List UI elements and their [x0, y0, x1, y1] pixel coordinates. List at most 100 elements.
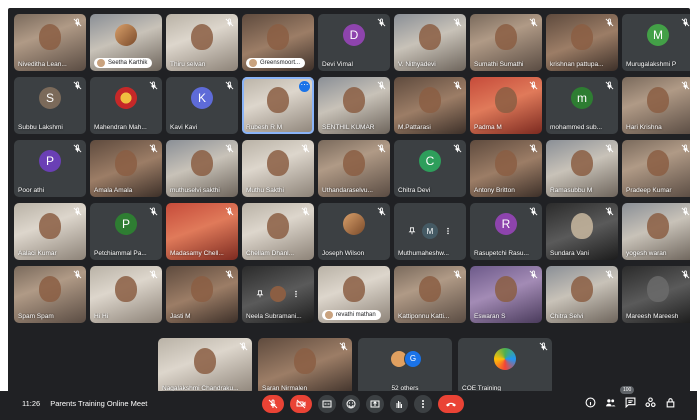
participant-tile[interactable]: krishnan pattupa...	[546, 14, 618, 71]
pin-icon[interactable]	[404, 223, 420, 239]
participant-tile[interactable]: M Murugalakshmi P	[622, 14, 690, 71]
camera-toggle-button[interactable]	[290, 395, 312, 413]
participant-tile[interactable]: COE Training	[458, 338, 552, 395]
participant-tile[interactable]: Uthandaraselvu...	[318, 140, 390, 197]
participant-tile-hovered[interactable]: Neela Subramani...	[242, 266, 314, 323]
participant-tile[interactable]: P Poor athi	[14, 140, 86, 197]
participant-name: Poor athi	[18, 187, 45, 194]
mic-off-icon	[225, 81, 234, 90]
participant-tile[interactable]: Thiru selvan	[166, 14, 238, 71]
participant-tile[interactable]: S Subbu Lakshmi	[14, 77, 86, 134]
participant-tile[interactable]: Sundara Vani	[546, 203, 618, 260]
participant-tile[interactable]: Nagalakshmi Chandraku...	[158, 338, 252, 395]
participant-tile[interactable]: SENTHIL KUMAR	[318, 77, 390, 134]
participant-tile[interactable]: Madasamy Chell...	[166, 203, 238, 260]
activities-icon	[645, 397, 656, 408]
participant-tile[interactable]: Joseph Wilson	[318, 203, 390, 260]
participant-tile[interactable]: V. Nithyadevi	[394, 14, 466, 71]
participant-tile[interactable]: Niveditha Lean...	[14, 14, 86, 71]
participant-tile[interactable]: muthuselvi sakthi	[166, 140, 238, 197]
mic-off-icon	[73, 81, 82, 90]
avatar	[115, 87, 137, 109]
participant-tile[interactable]: Pradeep Kumar	[622, 140, 690, 197]
host-controls-button[interactable]	[665, 397, 676, 408]
participant-tile[interactable]: Aalaci Kumar	[14, 203, 86, 260]
participant-name: Uthandaraselvu...	[322, 187, 373, 194]
mic-off-icon	[339, 342, 348, 351]
participant-tile[interactable]: Amala Amala	[90, 140, 162, 197]
participant-tile[interactable]: Hari Krishna	[622, 77, 690, 134]
participant-name: Rasupetchi Rasu...	[474, 250, 529, 257]
pin-icon[interactable]	[252, 286, 268, 302]
participant-tile[interactable]: Seetha Karthik	[90, 14, 162, 71]
participant-name: Eswaran S	[474, 313, 506, 320]
participant-tile[interactable]: Saran Nirmalen	[258, 338, 352, 395]
others-tile[interactable]: G 52 others	[358, 338, 452, 395]
speaking-name-pill: Seetha Karthik	[94, 58, 153, 68]
participant-tile-hovered[interactable]: M Muthumaheshw...	[394, 203, 466, 260]
leave-call-button[interactable]	[438, 395, 464, 413]
mic-off-icon	[149, 144, 158, 153]
participant-name: Joseph Wilson	[322, 250, 365, 257]
avatar: P	[39, 150, 61, 172]
participant-tile[interactable]: K Kavi Kavi	[166, 77, 238, 134]
participant-tile[interactable]: Mahendran Mah...	[90, 77, 162, 134]
captions-button[interactable]	[318, 395, 336, 413]
participant-tile[interactable]: Sumathi Sumathi	[470, 14, 542, 71]
participant-name: Madasamy Chell...	[170, 250, 224, 257]
more-options-button[interactable]	[414, 395, 432, 413]
avatar	[494, 348, 516, 370]
participant-tile[interactable]: Jasti M	[166, 266, 238, 323]
participant-tile[interactable]: Spam Spam	[14, 266, 86, 323]
mic-toggle-button[interactable]	[262, 395, 284, 413]
side-controls	[585, 397, 676, 408]
participant-tile[interactable]: P Petchiammal Pa...	[90, 203, 162, 260]
participant-tile-selected[interactable]: ⋯ Rubesh R M	[242, 77, 314, 134]
raise-hand-button[interactable]	[390, 395, 408, 413]
mic-off-icon	[73, 207, 82, 216]
participant-tile[interactable]: Eswaran S	[470, 266, 542, 323]
mic-off-icon	[681, 144, 690, 153]
participant-tile[interactable]: Chellam Dhanl...	[242, 203, 314, 260]
mic-off-icon	[73, 270, 82, 279]
avatar: D	[343, 24, 365, 46]
participant-tile[interactable]: revathi mathan	[318, 266, 390, 323]
participant-tile[interactable]: Padma M	[470, 77, 542, 134]
present-button[interactable]	[366, 395, 384, 413]
avatar: M	[422, 223, 438, 239]
people-button[interactable]	[605, 397, 616, 408]
participant-name: Rubesh R M	[246, 124, 283, 131]
avatar-thumb	[325, 311, 333, 319]
participant-name: Padma M	[474, 124, 502, 131]
info-button[interactable]	[585, 397, 596, 408]
participant-grid: Niveditha Lean... Seetha Karthik Thiru s…	[14, 14, 690, 323]
mic-off-icon	[73, 144, 82, 153]
more-vert-icon[interactable]	[440, 223, 456, 239]
participant-tile[interactable]: Greensmoort...	[242, 14, 314, 71]
mic-off-icon	[605, 81, 614, 90]
participant-name: Kattiponnu Katti...	[398, 313, 450, 320]
more-options-icon[interactable]: ⋯	[299, 81, 310, 92]
participant-tile[interactable]: Muthu Sakthi	[242, 140, 314, 197]
speaking-name-pill: revathi mathan	[322, 310, 381, 320]
participant-tile[interactable]: Antony Britton	[470, 140, 542, 197]
more-vert-icon[interactable]	[288, 286, 304, 302]
participant-tile[interactable]: Ramasubbu M	[546, 140, 618, 197]
participant-tile[interactable]: C Chitra Devi	[394, 140, 466, 197]
participant-tile[interactable]: Hi Hi	[90, 266, 162, 323]
participant-tile[interactable]: Chitra Selvi	[546, 266, 618, 323]
participant-tile[interactable]: Mareesh Mareesh	[622, 266, 690, 323]
participant-name: Muthumaheshw...	[398, 250, 449, 257]
participant-name: Greensmoort...	[260, 60, 301, 66]
participant-tile[interactable]: m mohammed sub...	[546, 77, 618, 134]
participant-tile[interactable]: D Devi Vimal	[318, 14, 390, 71]
participant-tile[interactable]: yogesh waran	[622, 203, 690, 260]
emoji-button[interactable]	[342, 395, 360, 413]
activities-button[interactable]	[645, 397, 656, 408]
participant-tile[interactable]: Kattiponnu Katti...	[394, 266, 466, 323]
participant-name: Chitra Devi	[398, 187, 431, 194]
participant-tile[interactable]: M.Pattarasi	[394, 77, 466, 134]
participant-tile[interactable]: R Rasupetchi Rasu...	[470, 203, 542, 260]
mic-off-icon	[377, 144, 386, 153]
chat-button[interactable]	[625, 397, 636, 408]
